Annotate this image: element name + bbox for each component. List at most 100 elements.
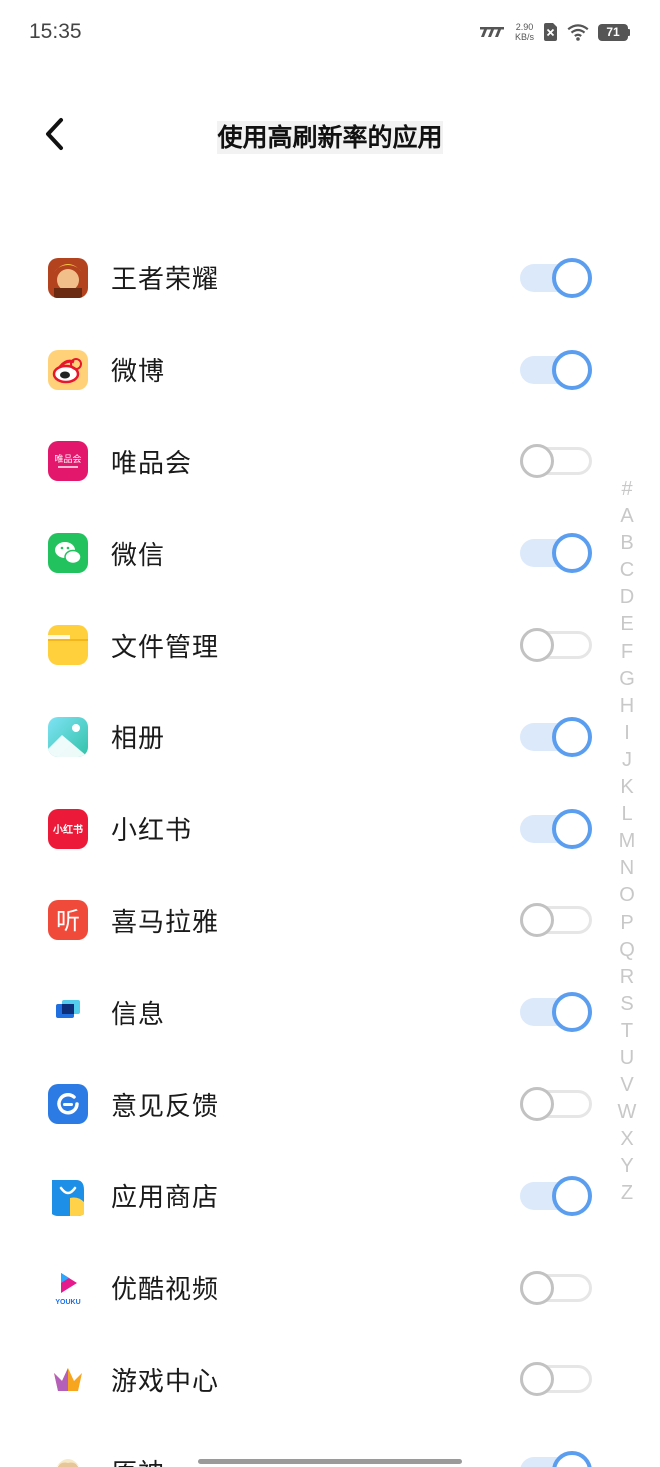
toggle-knob [552, 1175, 592, 1216]
alpha-index-letter[interactable]: G [612, 666, 642, 693]
alpha-index-letter[interactable]: P [612, 910, 642, 937]
ximalaya-icon: 听 [48, 900, 88, 941]
alpha-index-letter[interactable]: R [612, 964, 642, 991]
toggle-knob [520, 628, 554, 663]
alpha-index-letter[interactable]: J [612, 747, 642, 774]
alpha-index-letter[interactable]: W [612, 1099, 642, 1126]
high-refresh-toggle[interactable] [518, 440, 594, 482]
app-name: 唯品会 [111, 448, 193, 479]
alpha-index-letter[interactable]: X [612, 1126, 642, 1153]
high-refresh-toggle[interactable] [518, 899, 594, 941]
toggle-knob [552, 349, 592, 390]
net-speed-unit: KB/s [514, 32, 534, 42]
alpha-index-letter[interactable]: M [612, 828, 642, 855]
app-store-icon [48, 1175, 88, 1216]
alpha-index-letter[interactable]: Y [612, 1153, 642, 1180]
home-indicator[interactable] [198, 1459, 462, 1464]
alpha-index-letter[interactable]: H [612, 693, 642, 720]
app-list: 王者荣耀 微博 唯品会 唯品会 微信 文件管理 相册 小红书 小红书听 喜马拉雅 信息 意见反馈 应用商… [0, 232, 600, 1467]
weibo-icon [48, 349, 88, 390]
high-refresh-toggle[interactable] [518, 991, 594, 1033]
status-time: 15:35 [29, 20, 82, 43]
high-refresh-toggle[interactable] [518, 532, 594, 574]
high-refresh-toggle[interactable] [518, 716, 594, 758]
toggle-knob [552, 533, 592, 574]
high-refresh-toggle[interactable] [518, 1358, 594, 1400]
alpha-index-letter[interactable]: B [612, 530, 642, 557]
messages-icon [48, 992, 88, 1033]
app-row: 相册 [0, 691, 600, 783]
vipshop-icon: 唯品会 [48, 441, 88, 482]
high-refresh-toggle[interactable] [518, 349, 594, 391]
app-row: 文件管理 [0, 599, 600, 691]
alpha-index-letter[interactable]: S [612, 991, 642, 1018]
alpha-index-letter[interactable]: K [612, 774, 642, 801]
honor-of-kings-icon [48, 257, 88, 298]
app-name: 信息 [111, 999, 166, 1030]
app-row: 听 喜马拉雅 [0, 875, 600, 967]
alpha-index-letter[interactable]: I [612, 720, 642, 747]
no-sim-icon [543, 23, 558, 41]
high-refresh-toggle[interactable] [518, 1083, 594, 1125]
high-refresh-toggle[interactable] [518, 1175, 594, 1217]
alpha-index-letter[interactable]: C [612, 557, 642, 584]
page-title: 使用高刷新率的应用 [0, 118, 660, 154]
alpha-index-letter[interactable]: D [612, 584, 642, 611]
alpha-index-letter[interactable]: N [612, 855, 642, 882]
high-refresh-toggle[interactable] [518, 1450, 594, 1467]
toggle-knob [520, 1270, 554, 1305]
app-name: 喜马拉雅 [111, 907, 220, 938]
alpha-index-letter[interactable]: Q [612, 937, 642, 964]
app-name: 相册 [111, 724, 166, 755]
xiaohongshu-icon: 小红书 [48, 808, 88, 849]
app-row: 微信 [0, 507, 600, 599]
genshin-icon [48, 1451, 88, 1467]
alpha-index-letter[interactable]: L [612, 801, 642, 828]
svg-text:唯品会: 唯品会 [54, 453, 81, 465]
alpha-index-letter[interactable]: F [612, 639, 642, 666]
alpha-index-letter[interactable]: T [612, 1018, 642, 1045]
high-refresh-toggle[interactable] [518, 1267, 594, 1309]
toggle-knob [520, 1087, 554, 1122]
svg-text:听: 听 [56, 907, 80, 935]
high-refresh-toggle[interactable] [518, 808, 594, 850]
alpha-index-letter[interactable]: # [612, 476, 642, 503]
app-name: 文件管理 [111, 632, 220, 663]
toggle-knob [552, 257, 592, 298]
youku-icon: YOUKU [48, 1267, 88, 1308]
app-name: 应用商店 [111, 1183, 220, 1214]
app-name: 微信 [111, 540, 166, 571]
alpha-index-letter[interactable]: E [612, 611, 642, 638]
header: 使用高刷新率的应用 [0, 100, 660, 172]
feedback-icon [48, 1084, 88, 1125]
battery-level: 71 [598, 23, 628, 41]
svg-text:YOUKU: YOUKU [55, 1299, 80, 1306]
app-row: 游戏中心 [0, 1334, 600, 1426]
alpha-index-letter[interactable]: O [612, 882, 642, 909]
app-row: 意见反馈 [0, 1058, 600, 1150]
battery-icon: 71 [598, 23, 630, 41]
app-name: 优酷视频 [111, 1275, 220, 1306]
alpha-index-letter[interactable]: Z [612, 1180, 642, 1207]
net-speed-value: 2.90 [515, 22, 534, 32]
wechat-icon [48, 533, 88, 574]
alphabet-index[interactable]: # A B C D E F G H I J K L M N O P Q R S T U V W X Y Z [612, 476, 642, 1208]
app-name: 游戏中心 [111, 1366, 220, 1397]
alpha-index-letter[interactable]: V [612, 1072, 642, 1099]
signal-icon [478, 25, 506, 39]
alpha-index-letter[interactable]: A [612, 503, 642, 530]
wifi-icon [567, 23, 589, 41]
toggle-knob [552, 808, 592, 849]
high-refresh-toggle[interactable] [518, 257, 594, 299]
gallery-icon [48, 716, 88, 757]
app-row: YOUKU 优酷视频 [0, 1242, 600, 1334]
status-icons: 2.90 KB/s 71 [478, 22, 630, 42]
app-row: 王者荣耀 [0, 232, 600, 324]
high-refresh-toggle[interactable] [518, 624, 594, 666]
app-name: 小红书 [111, 816, 193, 847]
alpha-index-letter[interactable]: U [612, 1045, 642, 1072]
folder-icon [48, 625, 88, 666]
page-title-text: 使用高刷新率的应用 [217, 121, 443, 154]
app-name: 意见反馈 [111, 1091, 220, 1122]
status-bar: 15:35 2.90 KB/s 71 [0, 0, 660, 70]
